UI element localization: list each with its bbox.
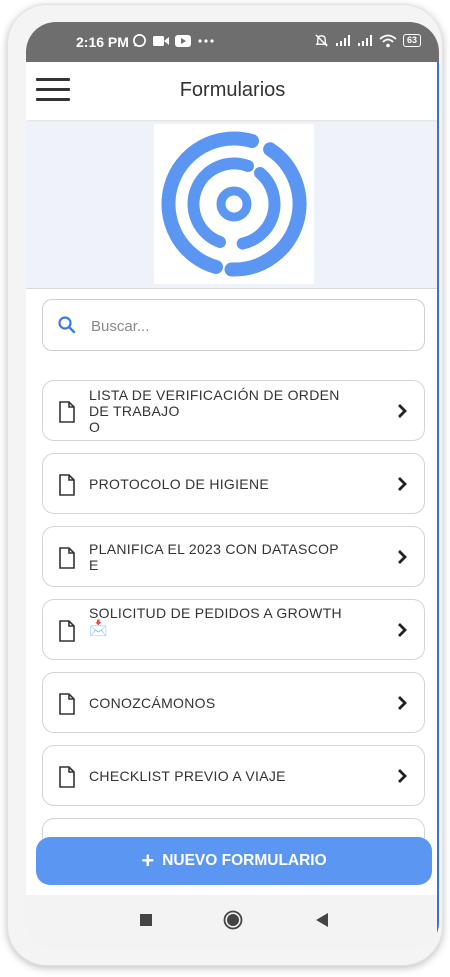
new-form-label: NUEVO FORMULARIO	[162, 852, 327, 869]
chevron-right-icon	[398, 550, 407, 564]
document-icon	[59, 474, 75, 496]
form-title-line: CHECKLIST PREVIO A VIAJE	[89, 767, 286, 784]
form-title: CHECKLIST PREVIO A VIAJE	[89, 746, 379, 805]
document-icon	[59, 401, 75, 423]
screen: 2:16 PM 63 Formularios Buscar... LISTA D…	[26, 22, 439, 949]
plus-icon: +	[141, 848, 155, 873]
wifi-icon	[379, 34, 397, 47]
whatsapp-icon	[133, 34, 146, 47]
form-item-partial[interactable]	[42, 818, 425, 838]
form-title-line: CONOZCÁMONOS	[89, 694, 216, 711]
document-icon	[59, 766, 75, 788]
form-title: PROTOCOLO DE HIGIENE	[89, 454, 379, 513]
form-title-line: PLANIFICA EL 2023 CON DATASCOP	[89, 540, 339, 557]
signal-icon	[357, 35, 372, 46]
more-dots-icon	[198, 38, 214, 43]
page-title: Formularios	[179, 79, 286, 101]
youtube-icon	[175, 34, 191, 47]
new-form-button[interactable]: + NUEVO FORMULARIO	[36, 837, 432, 885]
system-nav-bar	[26, 895, 439, 949]
search-input[interactable]	[89, 310, 413, 342]
app-bar: Formularios	[26, 62, 439, 120]
form-title: LISTA DE VERIFICACIÓN DE ORDEN DE TRABAJ…	[89, 381, 379, 440]
form-item[interactable]: SOLICITUD DE PEDIDOS A GROWTH 📩	[42, 599, 425, 660]
chevron-right-icon	[398, 477, 407, 491]
mute-icon	[315, 34, 328, 47]
form-title: PLANIFICA EL 2023 CON DATASCOP E	[89, 527, 379, 586]
form-title-line: DE TRABAJO	[89, 402, 180, 419]
form-title-line: O	[89, 418, 101, 435]
status-time: 2:16 PM	[76, 34, 129, 50]
form-title: CONOZCÁMONOS	[89, 673, 379, 732]
back-triangle-icon[interactable]	[315, 913, 329, 927]
form-item[interactable]: LISTA DE VERIFICACIÓN DE ORDEN DE TRABAJ…	[42, 380, 425, 441]
chevron-right-icon	[398, 404, 407, 418]
video-icon	[153, 35, 169, 46]
home-circle-icon[interactable]	[223, 910, 243, 930]
form-item[interactable]: CHECKLIST PREVIO A VIAJE	[42, 745, 425, 806]
envelope-emoji: 📩	[89, 620, 108, 637]
search-box	[42, 299, 425, 351]
chevron-right-icon	[398, 696, 407, 710]
form-item[interactable]: CONOZCÁMONOS	[42, 672, 425, 733]
form-item[interactable]: PROTOCOLO DE HIGIENE	[42, 453, 425, 514]
brand-logo	[154, 124, 314, 284]
document-icon	[59, 620, 75, 642]
status-bar: 2:16 PM 63	[26, 22, 439, 62]
form-title-line: E	[89, 556, 99, 573]
form-title-line: SOLICITUD DE PEDIDOS A GROWTH	[89, 605, 342, 621]
status-left-icons	[132, 33, 215, 48]
form-title-line: LISTA DE VERIFICACIÓN DE ORDEN	[89, 386, 340, 403]
phone-frame: 2:16 PM 63 Formularios Buscar... LISTA D…	[7, 4, 443, 966]
battery-level: 63	[402, 34, 421, 47]
form-title-line: PROTOCOLO DE HIGIENE	[89, 475, 269, 492]
logo-area	[26, 122, 439, 289]
recents-square-icon[interactable]	[139, 913, 153, 927]
form-item[interactable]: PLANIFICA EL 2023 CON DATASCOP E	[42, 526, 425, 587]
signal-icon	[335, 35, 350, 46]
chevron-right-icon	[398, 623, 407, 637]
status-right-icons: 63	[314, 33, 421, 48]
search-icon	[58, 316, 76, 334]
screen-edge	[437, 62, 439, 949]
chevron-right-icon	[398, 769, 407, 783]
document-icon	[59, 693, 75, 715]
form-title: SOLICITUD DE PEDIDOS A GROWTH 📩	[89, 600, 379, 664]
document-icon	[59, 547, 75, 569]
concentric-circles-logo	[161, 131, 307, 277]
